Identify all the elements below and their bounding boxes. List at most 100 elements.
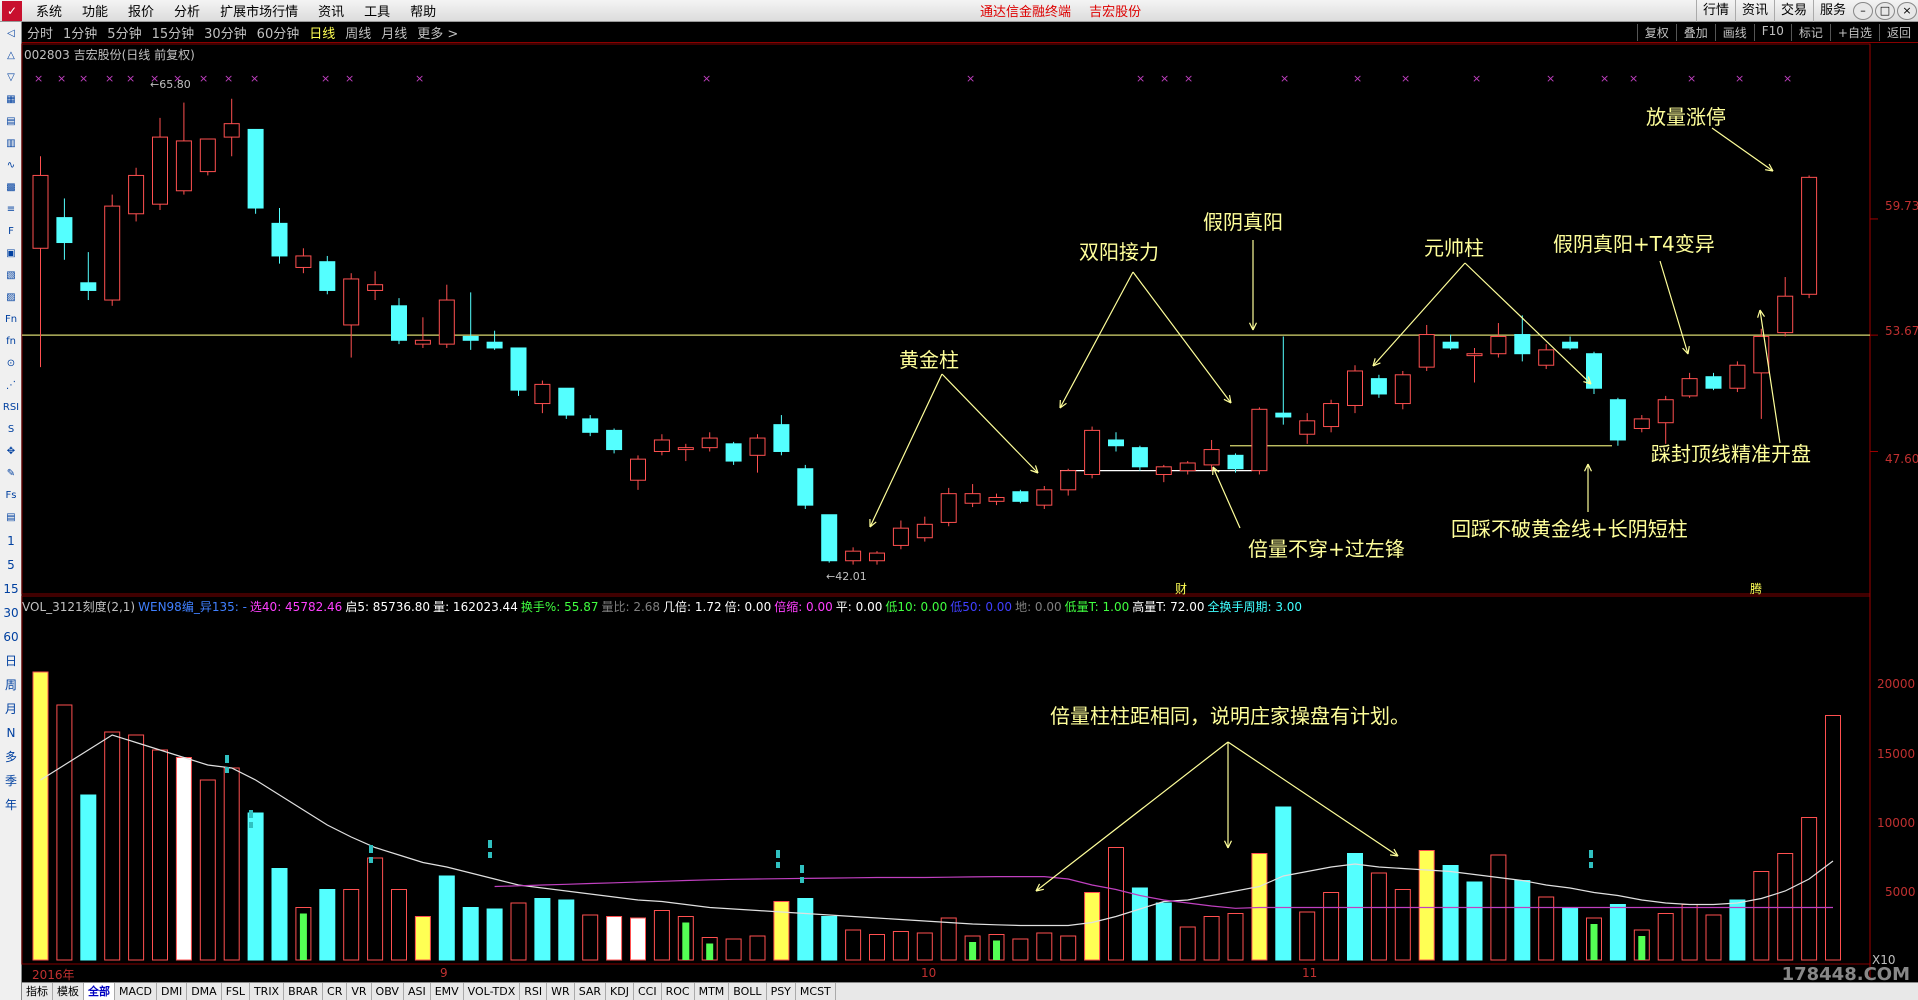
indicator-tab[interactable]: BOLL bbox=[729, 982, 767, 1000]
volume-bar bbox=[319, 889, 336, 961]
indicator-value: 地: 0.00 bbox=[1015, 600, 1062, 614]
candle-body bbox=[104, 205, 121, 301]
candle-body bbox=[391, 305, 407, 341]
indicator-tab[interactable]: ROC bbox=[662, 982, 695, 1000]
annotation-arrow-line bbox=[869, 373, 943, 528]
candle-body bbox=[749, 437, 766, 456]
candle-body bbox=[606, 429, 623, 451]
volume-dash-marker bbox=[249, 822, 253, 828]
x-axis-label: 11 bbox=[1302, 966, 1318, 980]
indicator-value: 低50: 0.00 bbox=[950, 600, 1013, 614]
volume-bar bbox=[1060, 935, 1077, 961]
indicator-tab[interactable]: DMA bbox=[187, 982, 222, 1000]
signal-marker: × bbox=[57, 72, 66, 85]
volume-bar bbox=[1681, 904, 1698, 961]
candle-body bbox=[319, 261, 336, 291]
volume-bar bbox=[582, 914, 599, 961]
volume-bar bbox=[1108, 847, 1124, 961]
candle-body bbox=[1442, 341, 1459, 349]
volume-bar bbox=[845, 929, 862, 961]
volume-bar bbox=[1394, 889, 1411, 961]
indicator-tab[interactable]: MCST bbox=[796, 982, 836, 1000]
price-axis-label: 47.60 bbox=[1885, 452, 1918, 466]
indicator-tab[interactable]: DMI bbox=[157, 982, 188, 1000]
annotation-arrow-line bbox=[1132, 271, 1232, 404]
volume-bar bbox=[1012, 938, 1029, 961]
indicator-tab[interactable]: ASI bbox=[404, 982, 431, 1000]
candle-body bbox=[725, 443, 742, 462]
indicator-tab[interactable]: VR bbox=[347, 982, 372, 1000]
indicator-tab[interactable]: OBV bbox=[372, 982, 404, 1000]
signal-marker: × bbox=[1472, 72, 1481, 85]
volume-bar bbox=[1801, 817, 1818, 961]
indicator-value: 全换手周期: 3.00 bbox=[1207, 600, 1303, 614]
volume-bar-inner bbox=[969, 942, 977, 960]
candle-body bbox=[223, 123, 240, 138]
volume-dash-marker bbox=[225, 755, 229, 763]
indicator-tab[interactable]: 指标 bbox=[22, 982, 53, 1000]
indicator-tab[interactable]: VOL-TDX bbox=[464, 982, 521, 1000]
signal-marker: × bbox=[966, 72, 975, 85]
indicator-tab[interactable]: MACD bbox=[115, 982, 157, 1000]
candle-body bbox=[1275, 412, 1292, 418]
indicator-value: 启5: 85736.80 bbox=[345, 600, 431, 614]
volume-bar bbox=[1609, 904, 1626, 961]
indicator-tab[interactable]: 全部 bbox=[84, 982, 115, 1000]
chart-canvas[interactable]: × × × × × × × × × × × × × × × × × × × × × × × × × × × ×←65.80←42.01… bbox=[0, 0, 1918, 1000]
candle-body bbox=[1323, 403, 1340, 428]
candle-body bbox=[558, 387, 575, 416]
indicator-tab[interactable]: FSL bbox=[222, 982, 250, 1000]
candle-body bbox=[343, 278, 360, 326]
indicator-tab[interactable]: TRIX bbox=[250, 982, 285, 1000]
volume-bar bbox=[32, 671, 49, 961]
annotation-double-yang: 双阳接力 bbox=[1079, 240, 1159, 264]
candle-body bbox=[1729, 364, 1746, 389]
finance-marker: 财 bbox=[1175, 582, 1187, 596]
indicator-value: VOL_3121刻度(2,1) bbox=[22, 600, 136, 614]
volume-bar bbox=[869, 934, 885, 961]
signal-marker: × bbox=[321, 72, 330, 85]
candle-body bbox=[534, 383, 551, 405]
candle-body bbox=[1299, 420, 1316, 435]
signal-marker: × bbox=[250, 72, 259, 85]
candle-body bbox=[916, 523, 933, 539]
indicator-tab[interactable]: BRAR bbox=[284, 982, 324, 1000]
indicator-tab[interactable]: SAR bbox=[575, 982, 607, 1000]
volume-bar bbox=[1538, 896, 1555, 961]
annotation-fake-yin-t4: 假阴真阳+T4变异 bbox=[1553, 232, 1715, 256]
volume-bar bbox=[1179, 926, 1196, 961]
candle-body bbox=[1227, 454, 1244, 470]
candle-body bbox=[1179, 462, 1196, 472]
indicator-tab[interactable]: WR bbox=[547, 982, 575, 1000]
candle-body bbox=[869, 552, 885, 562]
volume-bar bbox=[1705, 914, 1722, 961]
signal-marker: × bbox=[34, 72, 43, 85]
volume-bar bbox=[510, 902, 527, 961]
indicator-tab[interactable]: 模板 bbox=[53, 982, 84, 1000]
candle-body bbox=[32, 174, 49, 249]
volume-dash-marker bbox=[776, 862, 780, 868]
indicator-tab[interactable]: CR bbox=[323, 982, 348, 1000]
indicator-tab[interactable]: KDJ bbox=[606, 982, 634, 1000]
annotation-double-volume: 倍量不穿+过左锋 bbox=[1248, 537, 1405, 561]
x-axis-label: 9 bbox=[440, 966, 448, 980]
indicator-tab[interactable]: MTM bbox=[695, 982, 730, 1000]
signal-marker: × bbox=[1136, 72, 1145, 85]
annotation-arrow-head bbox=[1389, 848, 1399, 857]
indicator-tab[interactable]: CCI bbox=[634, 982, 662, 1000]
indicator-tab[interactable]: EMV bbox=[431, 982, 464, 1000]
candle-body bbox=[1562, 341, 1579, 349]
indicator-value: WEN98编_异135: - bbox=[138, 600, 247, 614]
candle-body bbox=[1251, 408, 1268, 472]
price-axis-label: 59.73 bbox=[1885, 199, 1918, 213]
candle-body bbox=[1538, 349, 1555, 366]
volume-bar bbox=[343, 889, 360, 961]
low-price-label: ←42.01 bbox=[826, 570, 867, 583]
signal-marker: × bbox=[1783, 72, 1792, 85]
candle-body bbox=[1131, 447, 1148, 468]
annotation-arrow-line bbox=[941, 373, 1039, 474]
indicator-tab[interactable]: PSY bbox=[767, 982, 796, 1000]
indicator-tab[interactable]: RSI bbox=[520, 982, 548, 1000]
candle-body bbox=[988, 496, 1005, 502]
volume-bar bbox=[128, 734, 145, 961]
